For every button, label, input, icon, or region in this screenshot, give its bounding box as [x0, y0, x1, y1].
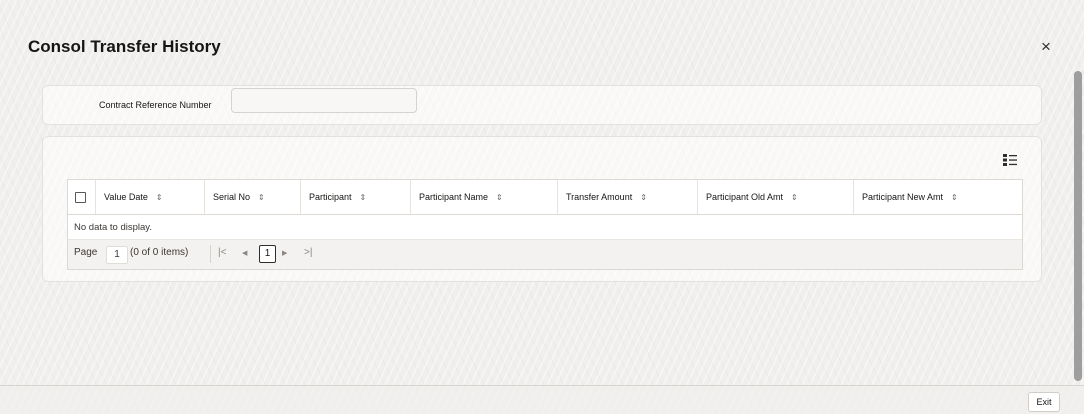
page-label: Page	[74, 247, 98, 258]
history-grid-panel: Value Date ⇕ Serial No ⇕ Participant ⇕ Part…	[42, 136, 1042, 282]
contract-reference-label: Contract Reference Number	[99, 100, 212, 110]
current-page-button[interactable]: 1	[259, 245, 276, 263]
close-icon[interactable]: ×	[1036, 37, 1056, 57]
search-panel: Contract Reference Number	[42, 85, 1042, 125]
pagination-bar: Page 1 (0 of 0 items) |< ◀ 1 ▶ >|	[68, 240, 1022, 269]
last-page-icon[interactable]: >|	[304, 247, 312, 258]
column-header-participant-name[interactable]: Participant Name ⇕	[411, 180, 558, 214]
column-header-participant-new-amt[interactable]: Participant New Amt ⇕	[854, 180, 1022, 214]
sort-icon[interactable]: ⇕	[156, 193, 163, 202]
exit-button[interactable]: Exit	[1028, 392, 1060, 412]
column-header-participant[interactable]: Participant ⇕	[301, 180, 411, 214]
transfer-history-table: Value Date ⇕ Serial No ⇕ Participant ⇕ Part…	[67, 179, 1023, 270]
column-header-transfer-amount[interactable]: Transfer Amount ⇕	[558, 180, 698, 214]
item-count: (0 of 0 items)	[130, 247, 189, 258]
column-header-value-date[interactable]: Value Date ⇕	[96, 180, 205, 214]
column-label: Participant New Amt	[862, 192, 944, 202]
column-label: Participant Old Amt	[706, 192, 784, 202]
sort-icon[interactable]: ⇕	[496, 193, 503, 202]
sort-icon[interactable]: ⇕	[791, 193, 798, 202]
previous-page-icon[interactable]: ◀	[242, 249, 247, 257]
column-label: Value Date	[104, 192, 148, 202]
first-page-icon[interactable]: |<	[218, 247, 226, 258]
column-manager-icon[interactable]	[1003, 153, 1017, 167]
column-label: Participant	[309, 192, 352, 202]
sort-icon[interactable]: ⇕	[640, 193, 647, 202]
empty-row	[68, 215, 1022, 240]
column-label: Transfer Amount	[566, 192, 633, 202]
dialog-footer	[0, 385, 1084, 414]
sort-icon[interactable]: ⇕	[258, 193, 265, 202]
select-all-checkbox[interactable]	[75, 192, 86, 203]
column-label: Participant Name	[419, 192, 489, 202]
column-header-participant-old-amt[interactable]: Participant Old Amt ⇕	[698, 180, 854, 214]
empty-message: No data to display.	[74, 222, 152, 233]
dialog-title: Consol Transfer History	[28, 37, 221, 56]
table-header: Value Date ⇕ Serial No ⇕ Participant ⇕ Part…	[68, 180, 1022, 215]
vertical-scrollbar[interactable]	[1074, 71, 1082, 381]
pagination-divider	[210, 245, 211, 263]
column-header-serial-no[interactable]: Serial No ⇕	[205, 180, 301, 214]
select-all-cell	[68, 180, 96, 214]
sort-icon[interactable]: ⇕	[951, 193, 958, 202]
page-number-input[interactable]: 1	[106, 246, 128, 264]
contract-reference-input[interactable]	[231, 88, 417, 113]
next-page-icon[interactable]: ▶	[282, 249, 287, 257]
sort-icon[interactable]: ⇕	[360, 193, 367, 202]
column-label: Serial No	[213, 192, 251, 202]
